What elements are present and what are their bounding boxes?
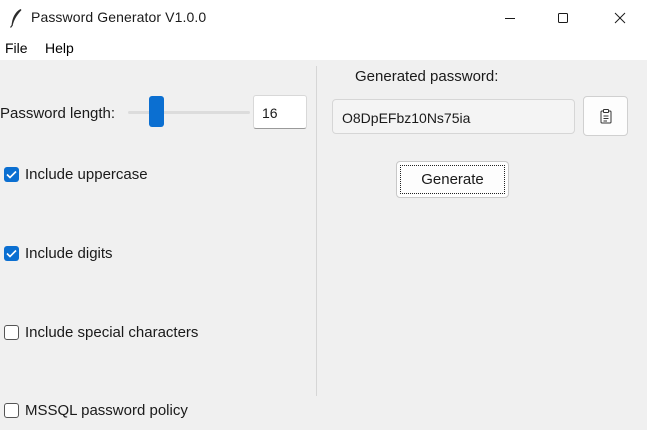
panel-divider bbox=[316, 66, 317, 396]
title-bar: Password Generator V1.0.0 bbox=[0, 0, 647, 36]
close-icon bbox=[614, 12, 626, 24]
checkbox-label: Include digits bbox=[25, 245, 113, 262]
maximize-button[interactable] bbox=[539, 0, 587, 36]
generate-button-label: Generate bbox=[421, 171, 484, 188]
maximize-icon bbox=[558, 13, 568, 23]
password-length-input[interactable]: 16 bbox=[253, 95, 307, 129]
minimize-button[interactable] bbox=[486, 0, 534, 36]
uppercase-checkbox[interactable]: Include uppercase bbox=[4, 166, 148, 183]
clipboard-icon bbox=[600, 108, 611, 123]
window-title: Password Generator V1.0.0 bbox=[31, 9, 207, 25]
menu-bar: File Help bbox=[0, 36, 647, 60]
checkbox-box[interactable] bbox=[4, 246, 19, 261]
checkbox-label: MSSQL password policy bbox=[25, 402, 188, 419]
menu-help[interactable]: Help bbox=[45, 40, 74, 56]
checkbox-box[interactable] bbox=[4, 325, 19, 340]
slider-track bbox=[128, 111, 250, 114]
checkbox-box[interactable] bbox=[4, 403, 19, 418]
special-characters-checkbox[interactable]: Include special characters bbox=[4, 324, 198, 341]
checkbox-label: Include uppercase bbox=[25, 166, 148, 183]
copy-button[interactable] bbox=[583, 96, 628, 136]
password-length-slider[interactable] bbox=[128, 96, 250, 128]
close-button[interactable] bbox=[596, 0, 644, 36]
generate-button[interactable]: Generate bbox=[396, 161, 509, 198]
checkbox-box[interactable] bbox=[4, 167, 19, 182]
generated-password-label: Generated password: bbox=[355, 68, 499, 85]
generated-password-field[interactable]: O8DpEFbz10Ns75ia bbox=[332, 99, 575, 134]
menu-file[interactable]: File bbox=[5, 40, 28, 56]
mssql-policy-checkbox[interactable]: MSSQL password policy bbox=[4, 402, 188, 419]
password-length-label: Password length: bbox=[0, 105, 116, 122]
feather-icon bbox=[10, 9, 22, 28]
checkbox-label: Include special characters bbox=[25, 324, 199, 341]
digits-checkbox[interactable]: Include digits bbox=[4, 245, 113, 262]
minimize-icon bbox=[505, 18, 515, 19]
slider-thumb[interactable] bbox=[149, 96, 164, 127]
